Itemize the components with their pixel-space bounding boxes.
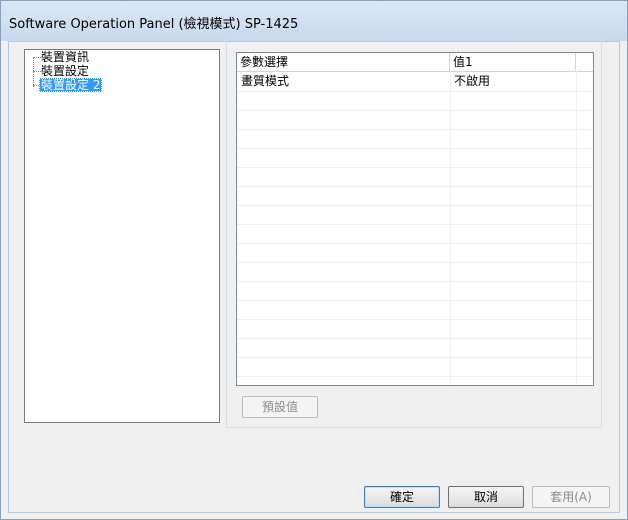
tree-item-label: 裝置設定 bbox=[41, 64, 90, 78]
table-row-empty bbox=[237, 262, 593, 282]
window-title: Software Operation Panel (檢視模式) SP-1425 bbox=[9, 17, 299, 32]
apply-button[interactable]: 套用(A) bbox=[532, 486, 610, 508]
column-header-parameter[interactable]: 參數選擇 bbox=[237, 53, 450, 71]
row-parameter: 畫質模式 bbox=[241, 74, 290, 88]
table-row-empty bbox=[237, 186, 593, 206]
title-bar[interactable]: Software Operation Panel (檢視模式) SP-1425 bbox=[1, 1, 627, 41]
tree-item-label: 裝置資訊 bbox=[41, 50, 90, 64]
parameter-list[interactable]: 參數選擇 值1 畫質模式 不啟用 bbox=[236, 52, 594, 386]
table-row-empty bbox=[237, 205, 593, 225]
ok-button[interactable]: 確定 bbox=[364, 486, 440, 508]
table-row-empty bbox=[237, 338, 593, 358]
table-row-empty bbox=[237, 281, 593, 301]
table-row-empty bbox=[237, 91, 593, 111]
table-row-empty bbox=[237, 319, 593, 339]
table-row-empty bbox=[237, 129, 593, 149]
table-row-empty bbox=[237, 357, 593, 377]
table-row-empty bbox=[237, 243, 593, 263]
table-row-empty bbox=[237, 167, 593, 187]
cancel-button[interactable]: 取消 bbox=[448, 486, 524, 508]
table-row-empty bbox=[237, 148, 593, 168]
settings-tree[interactable]: 裝置資訊 裝置設定 裝置設定 2 bbox=[24, 49, 220, 423]
column-header-filler bbox=[576, 53, 593, 71]
default-values-button[interactable]: 預設值 bbox=[242, 396, 318, 418]
column-header-value[interactable]: 值1 bbox=[450, 53, 576, 71]
row-value: 不啟用 bbox=[454, 74, 491, 88]
tree-connector bbox=[33, 57, 34, 87]
list-header: 參數選擇 值1 bbox=[237, 53, 593, 72]
tree-item-label: 裝置設定 2 bbox=[39, 78, 103, 92]
table-row-empty bbox=[237, 300, 593, 320]
table-row[interactable]: 畫質模式 不啟用 bbox=[237, 72, 593, 92]
table-row-empty bbox=[237, 110, 593, 130]
table-row-empty bbox=[237, 224, 593, 244]
